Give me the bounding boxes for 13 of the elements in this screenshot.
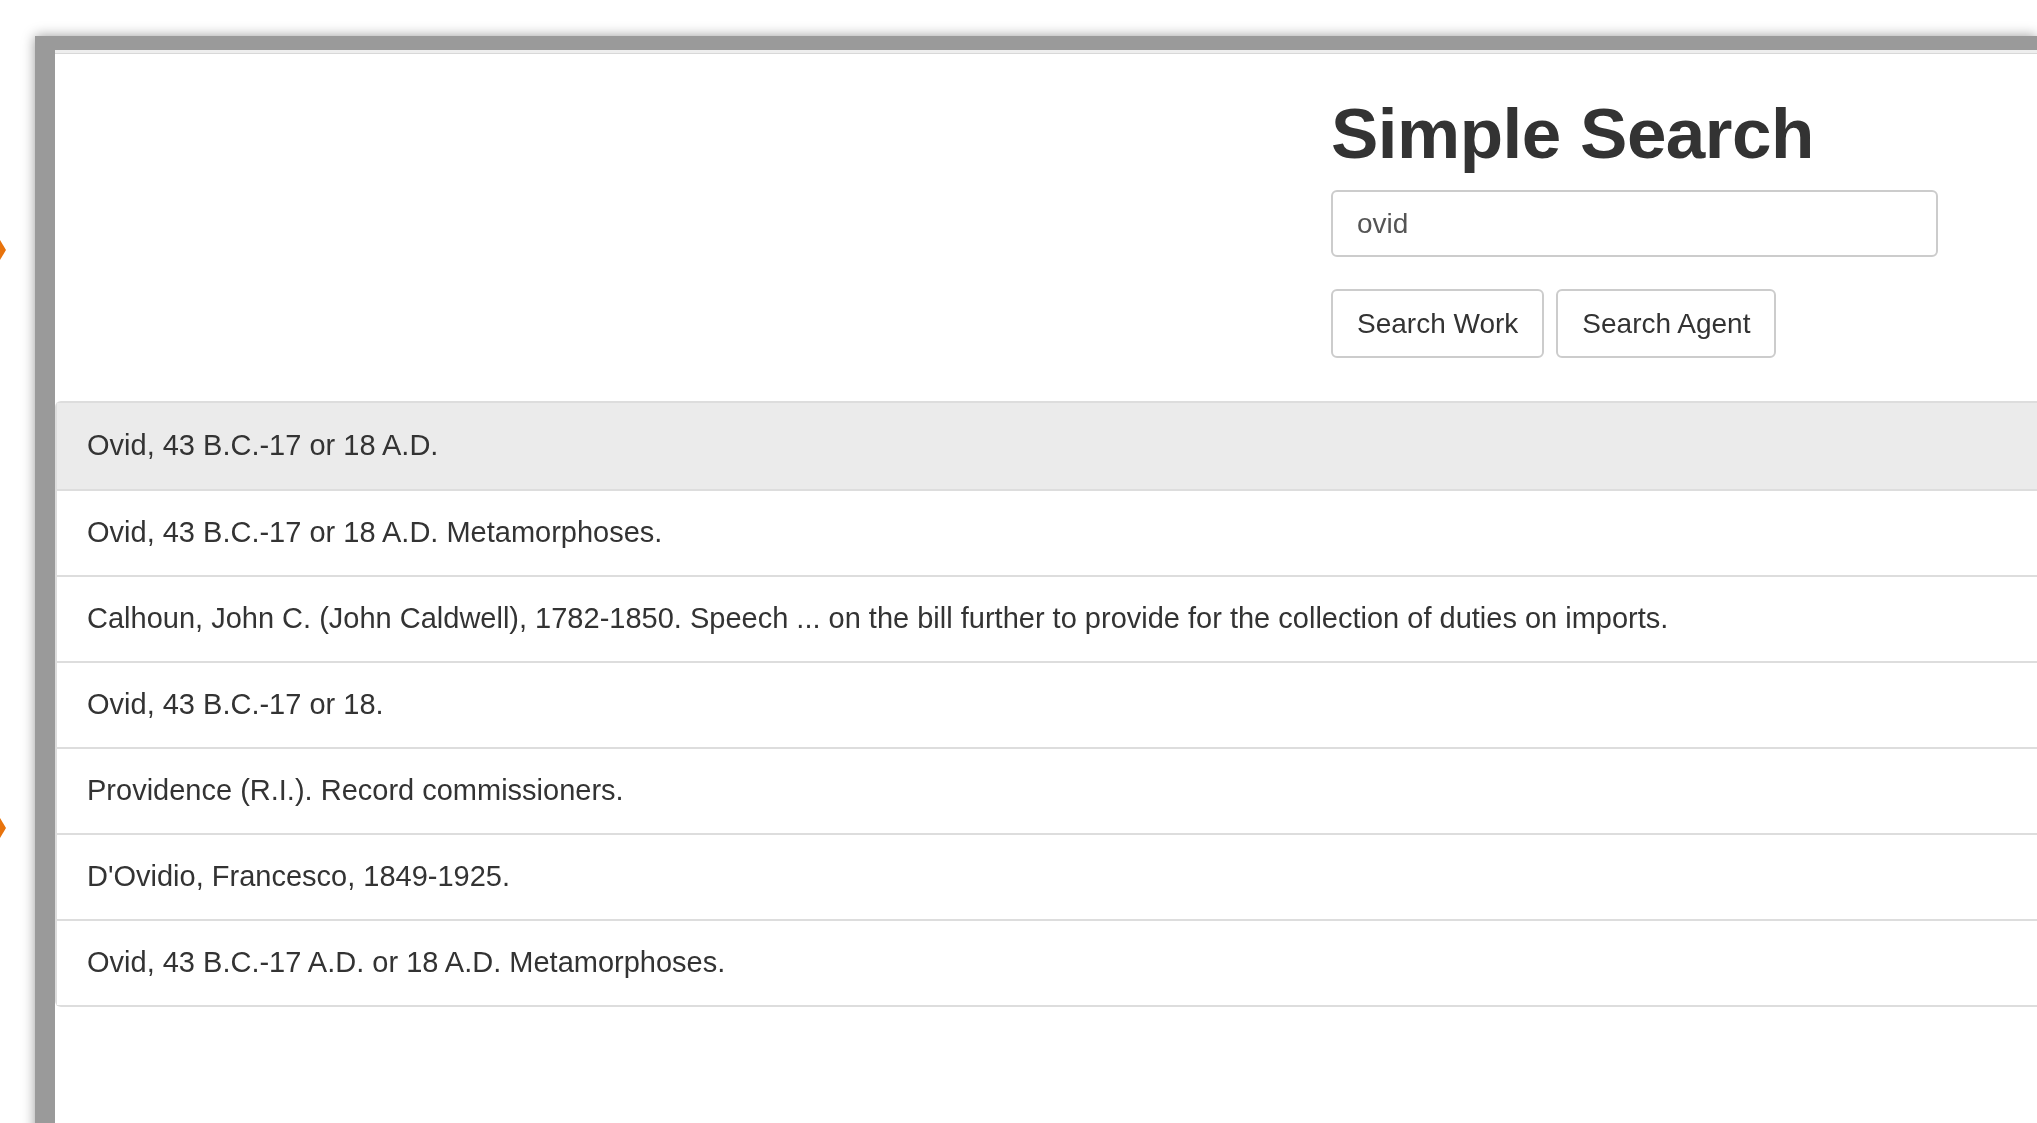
search-button[interactable]: Search Work — [1331, 289, 1545, 358]
search-field[interactable]: ovid — [1331, 190, 1938, 257]
page-title: Simple Search — [1331, 94, 1814, 174]
marker-icon — [0, 240, 6, 260]
result-item[interactable]: D'Ovidio, Francesco, 1849-1925. — [57, 833, 2037, 919]
result-item[interactable]: Ovid, 43 B.C.-17 or 18 A.D. — [57, 403, 2037, 489]
result-item[interactable]: Ovid, 43 B.C.-17 A.D. or 18 A.D. Metamorphoses. — [57, 919, 2037, 1005]
result-item[interactable]: Calhoun, John C. (John Caldwell), 1782-1850. Speech ... on the bill further to provide for the collection of duties on imports. — [57, 575, 2037, 661]
result-item[interactable]: Ovid, 43 B.C.-17 or 18. — [57, 661, 2037, 747]
search-button[interactable]: Search Agent — [1556, 289, 1777, 358]
result-item[interactable]: Providence (R.I.). Record commissioners. — [57, 747, 2037, 833]
result-item[interactable]: Ovid, 43 B.C.-17 or 18 A.D. Metamorphoses. — [57, 489, 2037, 575]
marker-icon — [0, 818, 6, 838]
